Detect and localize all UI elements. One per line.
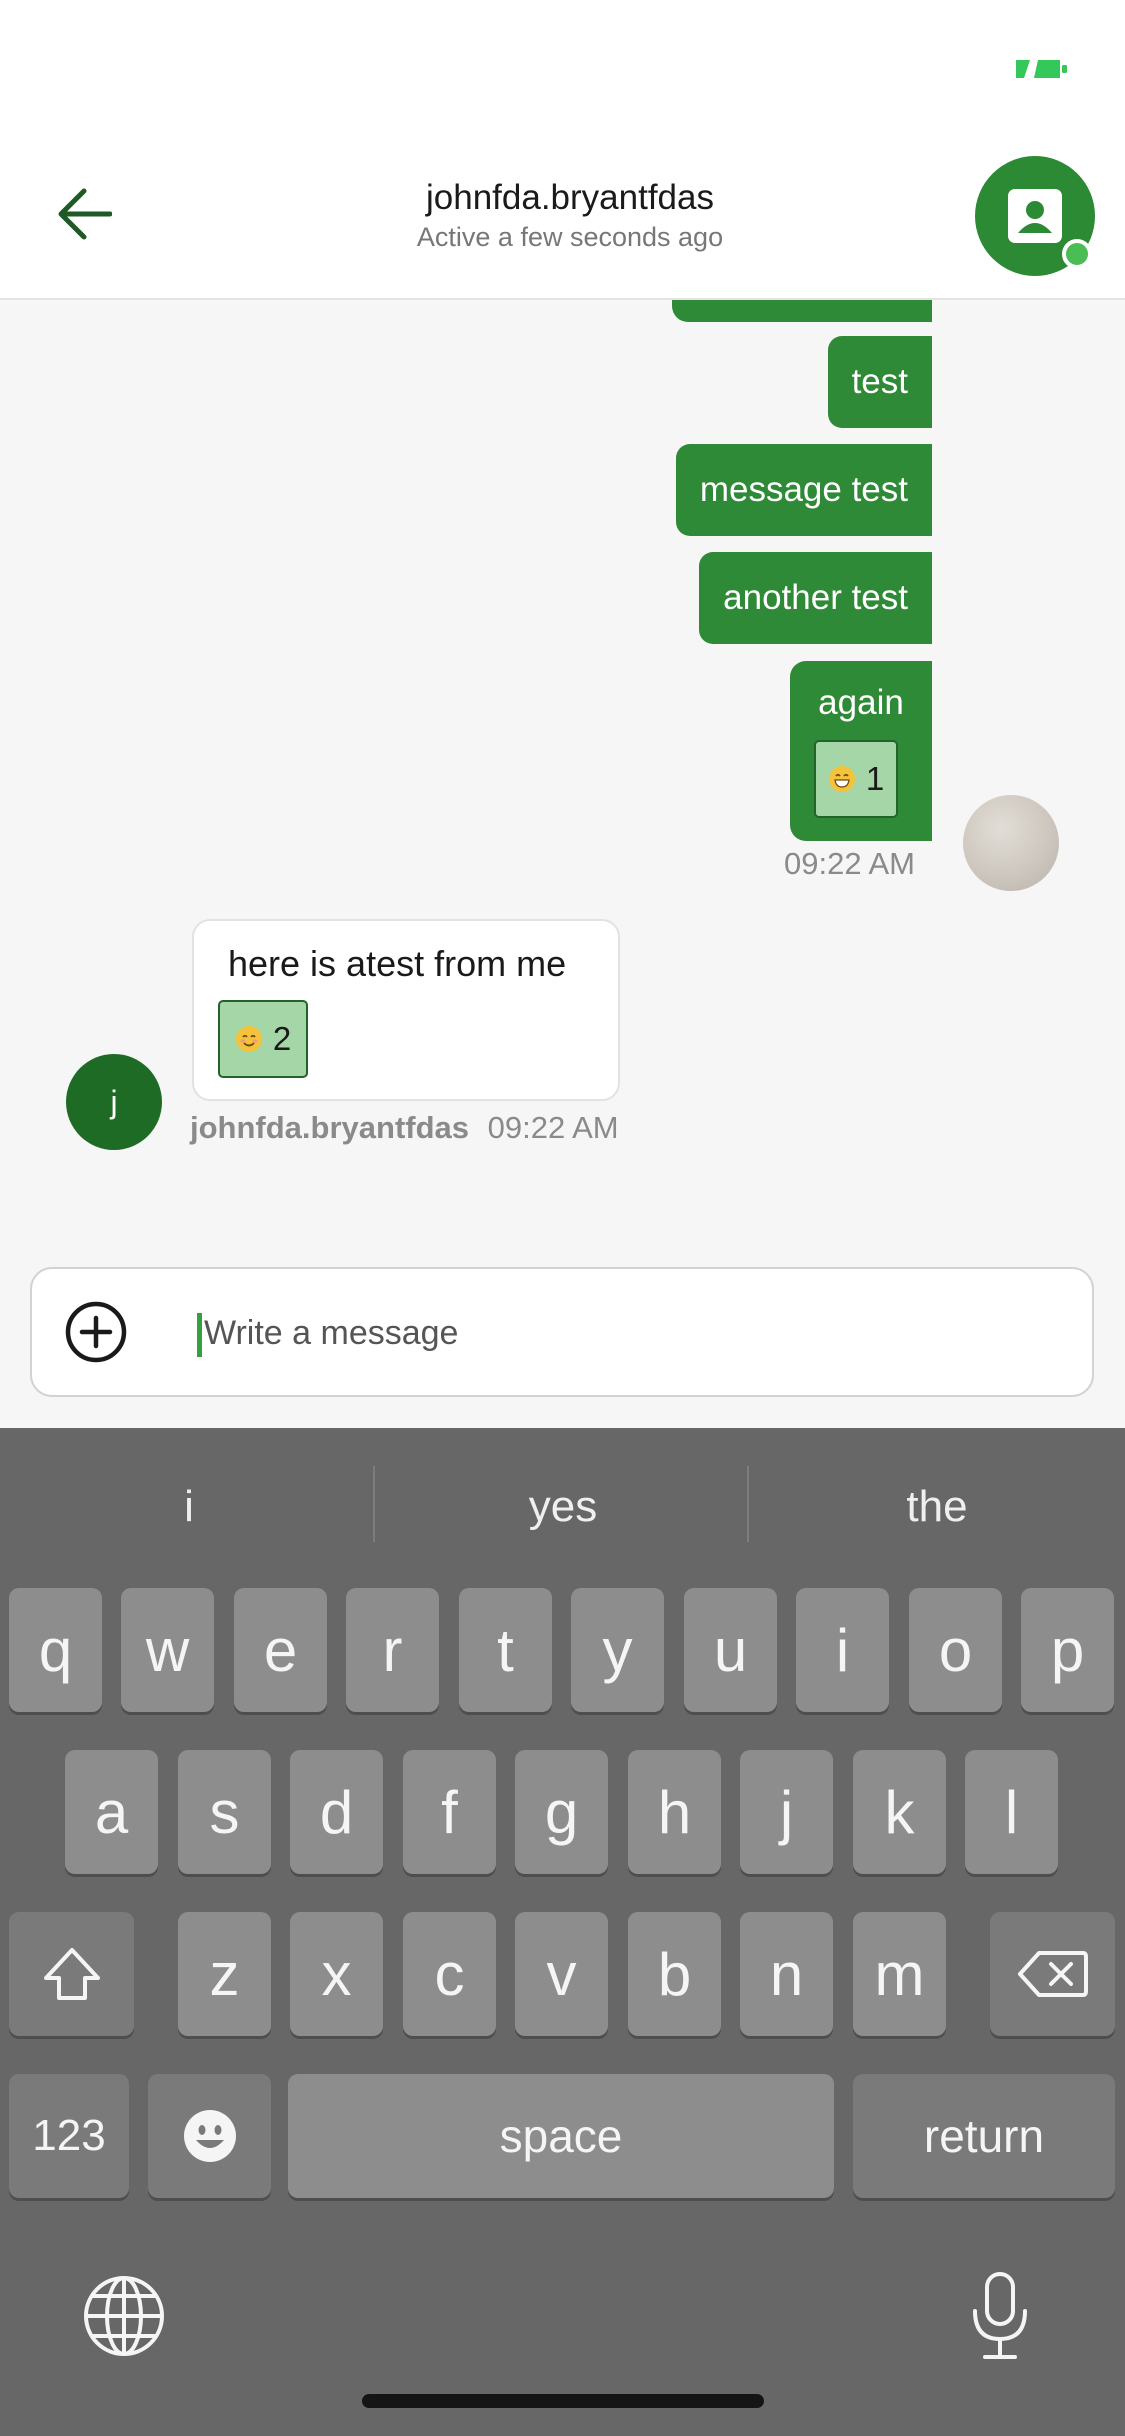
suggestion-item[interactable]: i: [9, 1472, 369, 1542]
message-text: test: [851, 362, 908, 401]
key-u[interactable]: u: [684, 1588, 777, 1712]
message-composer: [30, 1267, 1094, 1397]
grinning-face-emoji-icon: [828, 766, 855, 792]
key-a[interactable]: a: [65, 1750, 158, 1874]
message-bubble-outgoing[interactable]: again 1: [790, 661, 932, 841]
message-timestamp: 09:22 AM: [487, 1110, 619, 1145]
smiling-face-emoji-icon: [235, 1026, 262, 1052]
key-o[interactable]: o: [909, 1588, 1002, 1712]
key-k[interactable]: k: [853, 1750, 946, 1874]
reaction-badge[interactable]: 1: [814, 740, 898, 818]
key-i[interactable]: i: [796, 1588, 889, 1712]
message-input[interactable]: [204, 1303, 1044, 1363]
message-bubble-incoming[interactable]: here is atest from me 2: [192, 919, 620, 1101]
arrow-left-icon: [58, 188, 112, 240]
suggestion-item[interactable]: the: [757, 1472, 1117, 1542]
key-d[interactable]: d: [290, 1750, 383, 1874]
key-h[interactable]: h: [628, 1750, 721, 1874]
contact-avatar[interactable]: j: [66, 1054, 162, 1150]
suggestion-divider: [373, 1466, 375, 1542]
avatar-initial: j: [110, 1083, 118, 1120]
key-v[interactable]: v: [515, 1912, 608, 2036]
shift-arrow-icon: [43, 1948, 100, 2000]
microphone-icon: [973, 2272, 1027, 2359]
globe-button[interactable]: [79, 2271, 169, 2361]
key-q[interactable]: q: [9, 1588, 102, 1712]
message-bubble-partial: [672, 300, 932, 322]
key-s[interactable]: s: [178, 1750, 271, 1874]
contact-name: johnfda.bryantfdas: [426, 178, 714, 217]
message-text: another test: [723, 578, 908, 617]
my-avatar[interactable]: [963, 795, 1059, 891]
suggestion-divider: [747, 1466, 749, 1542]
suggestion-item[interactable]: yes: [383, 1472, 743, 1542]
status-bar: [0, 0, 1125, 150]
back-button[interactable]: [52, 182, 116, 246]
numbers-key[interactable]: 123: [9, 2074, 129, 2198]
delete-backward-icon: [1017, 1951, 1088, 1997]
return-key[interactable]: return: [853, 2074, 1115, 2198]
key-g[interactable]: g: [515, 1750, 608, 1874]
message-meta: johnfda.bryantfdas 09:22 AM: [190, 1110, 619, 1146]
key-x[interactable]: x: [290, 1912, 383, 2036]
key-e[interactable]: e: [234, 1588, 327, 1712]
message-timestamp: 09:22 AM: [784, 846, 915, 881]
key-b[interactable]: b: [628, 1912, 721, 2036]
message-list[interactable]: test message test another test again 1 0…: [0, 300, 1125, 1260]
smiley-face-icon: [183, 2110, 236, 2162]
space-key[interactable]: space: [288, 2074, 834, 2198]
key-r[interactable]: r: [346, 1588, 439, 1712]
message-text: again: [818, 683, 904, 722]
key-p[interactable]: p: [1021, 1588, 1114, 1712]
backspace-key[interactable]: [990, 1912, 1115, 2036]
on-screen-keyboard: i yes the q w e r t y u i o p a s d f g …: [0, 1428, 1125, 2436]
add-circle-icon[interactable]: [64, 1300, 128, 1364]
key-c[interactable]: c: [403, 1912, 496, 2036]
message-bubble-outgoing[interactable]: another test: [699, 552, 932, 644]
sender-name: johnfda.bryantfdas: [190, 1110, 470, 1145]
message-text: message test: [699, 470, 908, 509]
contact-card-icon: [1008, 189, 1062, 243]
battery-icon: [1016, 60, 1067, 78]
emoji-key[interactable]: [148, 2074, 271, 2198]
key-z[interactable]: z: [178, 1912, 271, 2036]
home-indicator[interactable]: [362, 2394, 764, 2408]
globe-icon: [84, 2276, 164, 2356]
key-n[interactable]: n: [740, 1912, 833, 2036]
key-f[interactable]: f: [403, 1750, 496, 1874]
message-text: here is atest from me: [228, 943, 567, 984]
chat-header: johnfda.bryantfdas Active a few seconds …: [0, 150, 1125, 300]
key-t[interactable]: t: [459, 1588, 552, 1712]
message-bubble-outgoing[interactable]: message test: [675, 444, 932, 536]
key-j[interactable]: j: [740, 1750, 833, 1874]
key-m[interactable]: m: [853, 1912, 946, 2036]
reaction-badge[interactable]: 2: [218, 1000, 308, 1078]
online-status-dot: [1062, 239, 1092, 269]
text-cursor: [197, 1313, 202, 1357]
reaction-count: 2: [272, 1020, 292, 1057]
key-w[interactable]: w: [121, 1588, 214, 1712]
dictation-button[interactable]: [955, 2271, 1045, 2361]
reaction-count: 1: [865, 760, 885, 797]
contact-status: Active a few seconds ago: [416, 222, 724, 252]
message-bubble-outgoing[interactable]: test: [827, 336, 932, 428]
key-l[interactable]: l: [965, 1750, 1058, 1874]
shift-key[interactable]: [9, 1912, 134, 2036]
key-y[interactable]: y: [571, 1588, 664, 1712]
